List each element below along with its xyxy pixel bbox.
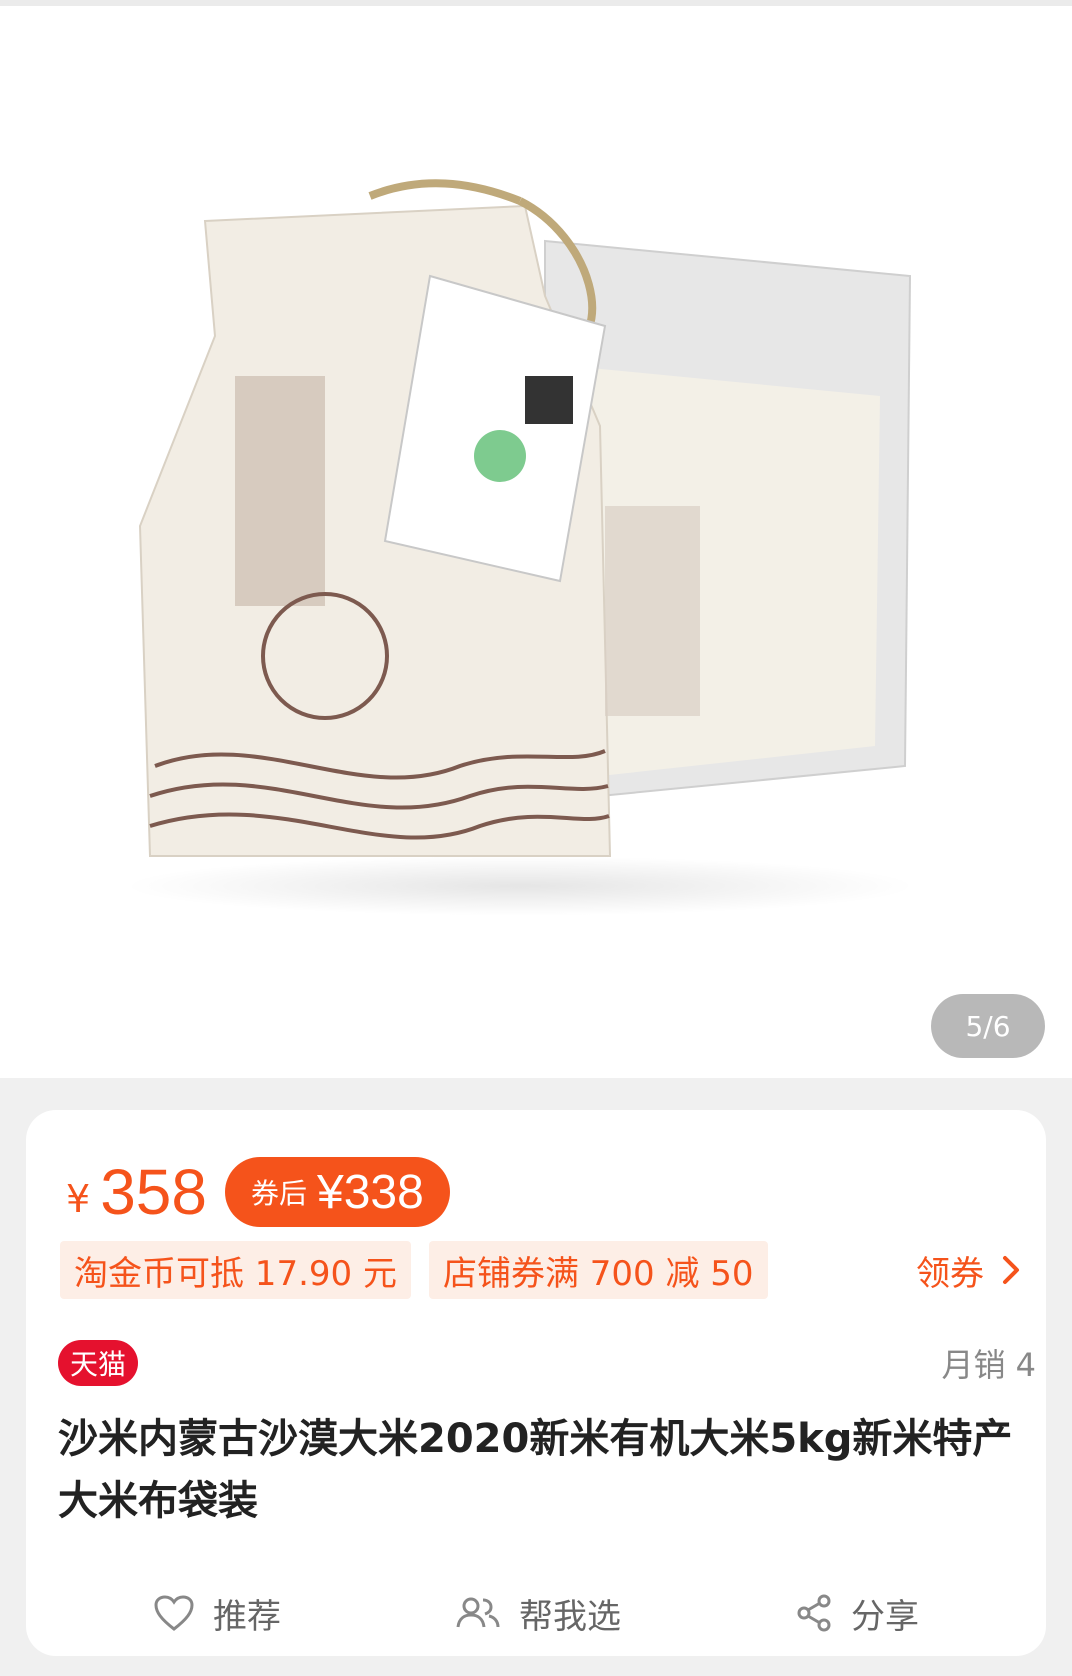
- price-row: ¥ 358 券后 ¥ 338: [66, 1152, 450, 1232]
- monthly-sales: 月销 4: [941, 1346, 1036, 1384]
- product-title: 沙米内蒙古沙漠大米2020新米有机大米5kg新米特产大米布袋装: [58, 1416, 1013, 1524]
- chevron-right-icon: [1003, 1256, 1019, 1284]
- share-icon: [797, 1594, 831, 1632]
- promo-row: 淘金币可抵 17.90 元 店铺券满 700 减 50 领券: [60, 1240, 1020, 1300]
- help-choose-button[interactable]: 帮我选: [455, 1589, 621, 1638]
- help-choose-label: 帮我选: [519, 1596, 621, 1637]
- product-gallery[interactable]: 5/6: [0, 6, 1072, 1078]
- coupon-price-pill[interactable]: 券后 ¥ 338: [224, 1157, 450, 1227]
- coupon-label: 券后: [250, 1177, 307, 1210]
- users-icon: [456, 1597, 500, 1628]
- coupon-value: 338: [343, 1165, 424, 1219]
- tmall-badge: 天猫: [58, 1340, 139, 1386]
- image-counter: 5/6: [931, 994, 1045, 1058]
- share-button[interactable]: 分享: [795, 1589, 919, 1638]
- price-value: 358: [100, 1156, 207, 1228]
- product-image: [138, 179, 912, 857]
- claim-coupon-label: 领券: [916, 1253, 984, 1294]
- coupon-currency: ¥: [316, 1165, 344, 1219]
- heart-icon: [154, 1595, 194, 1631]
- taojinbi-tag[interactable]: 淘金币可抵 17.90 元: [60, 1241, 411, 1299]
- product-info-card: ¥ 358 券后 ¥ 338 淘金币可抵 17.90 元 店铺券满 700 减 …: [26, 1110, 1046, 1656]
- meta-row: 天猫 月销 4: [58, 1338, 1036, 1388]
- claim-coupon-button[interactable]: 领券: [916, 1246, 1020, 1295]
- action-bar: 推荐 帮我选 分享: [26, 1578, 1046, 1648]
- price-currency: ¥: [66, 1177, 91, 1221]
- image-shadow: [120, 856, 920, 916]
- recommend-label: 推荐: [213, 1596, 281, 1637]
- recommend-button[interactable]: 推荐: [153, 1589, 281, 1638]
- share-label: 分享: [851, 1596, 919, 1637]
- store-coupon-tag[interactable]: 店铺券满 700 减 50: [428, 1241, 768, 1299]
